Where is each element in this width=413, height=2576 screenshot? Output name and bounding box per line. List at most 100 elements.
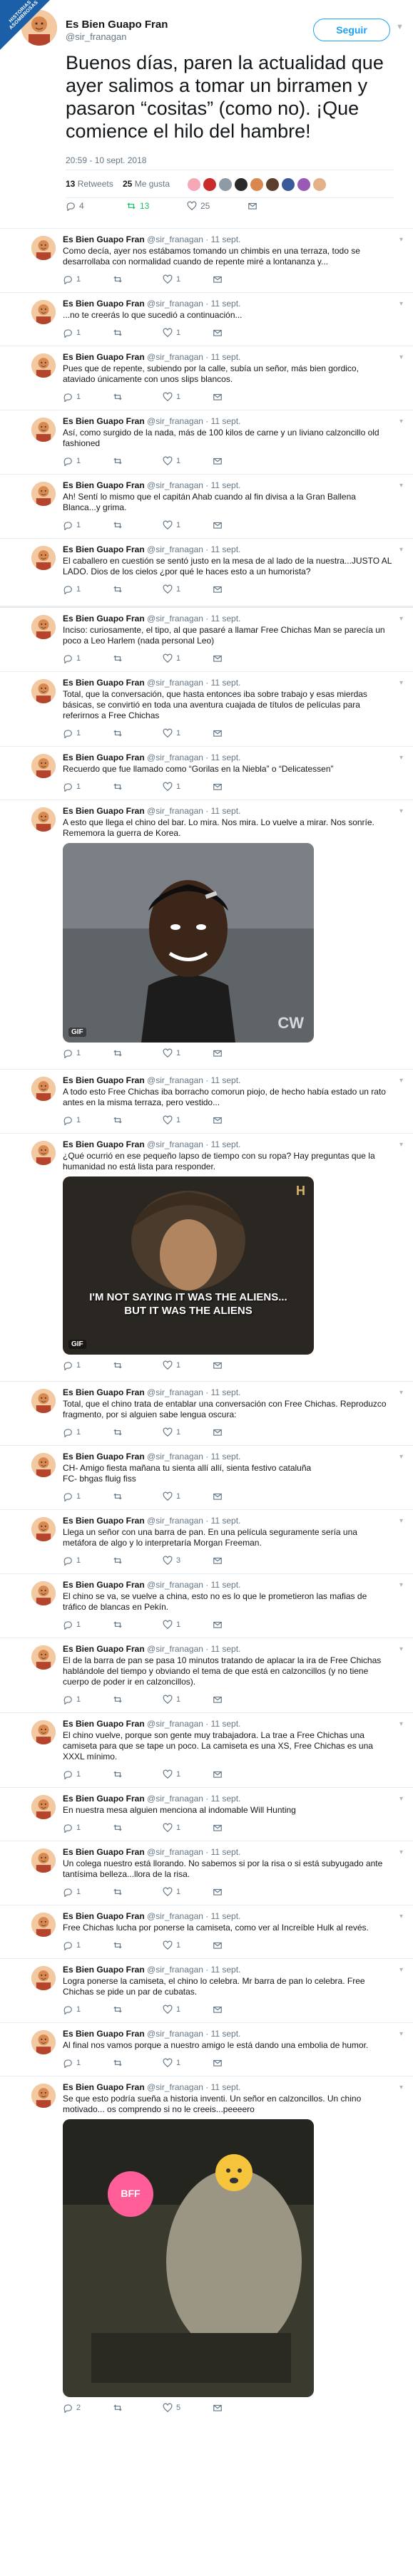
retweet-button[interactable] <box>113 1427 126 1437</box>
chevron-down-icon[interactable]: ▾ <box>399 754 403 762</box>
avatar[interactable] <box>281 177 295 192</box>
reply-tweet[interactable]: Es Bien Guapo Fran @sir_franagan · 11 se… <box>0 1133 413 1381</box>
author-name[interactable]: Es Bien Guapo Fran <box>63 352 145 362</box>
message-button[interactable] <box>213 2005 223 2014</box>
chevron-down-icon[interactable]: ▾ <box>399 1077 403 1085</box>
message-button[interactable] <box>248 201 258 211</box>
reply-button[interactable]: 1 <box>63 1887 81 1897</box>
like-button[interactable]: 1 <box>163 1769 180 1779</box>
reply-tweet[interactable]: Es Bien Guapo Fran @sir_franagan · 11 se… <box>0 1445 413 1509</box>
reply-tweet[interactable]: Es Bien Guapo Fran @sir_franagan · 11 se… <box>0 1069 413 1133</box>
reply-button[interactable]: 1 <box>63 728 81 738</box>
retweet-button[interactable] <box>113 584 126 594</box>
chevron-down-icon[interactable]: ▾ <box>399 807 403 815</box>
like-button[interactable]: 1 <box>163 728 180 738</box>
avatar[interactable] <box>31 1517 56 1541</box>
message-button[interactable] <box>213 2058 223 2068</box>
like-button[interactable]: 1 <box>163 274 180 284</box>
reply-button[interactable]: 1 <box>63 1491 81 1501</box>
author-name[interactable]: Es Bien Guapo Fran <box>63 234 145 244</box>
message-button[interactable] <box>213 2403 223 2413</box>
reply-button[interactable]: 1 <box>63 1769 81 1779</box>
reply-button[interactable]: 1 <box>63 274 81 284</box>
author-name[interactable]: Es Bien Guapo Fran <box>63 1644 145 1654</box>
author-name[interactable]: Es Bien Guapo Fran <box>66 19 168 31</box>
author-meta[interactable]: @sir_franagan · 11 sept. <box>145 1580 240 1590</box>
retweet-button[interactable] <box>113 728 126 738</box>
avatar[interactable] <box>31 754 56 778</box>
author-meta[interactable]: @sir_franagan · 11 sept. <box>145 614 240 624</box>
chevron-down-icon[interactable]: ▾ <box>399 1141 403 1149</box>
like-button[interactable]: 1 <box>163 1940 180 1950</box>
avatar[interactable] <box>31 1795 56 1819</box>
avatar[interactable] <box>31 2084 56 2108</box>
likes-stat[interactable]: 25 Me gusta <box>123 179 170 189</box>
message-button[interactable] <box>213 584 223 594</box>
chevron-down-icon[interactable]: ▾ <box>399 1720 403 1728</box>
avatar[interactable] <box>31 1966 56 1990</box>
reply-tweet[interactable]: Es Bien Guapo Fran @sir_franagan · 11 se… <box>0 607 413 671</box>
like-button[interactable]: 1 <box>163 1360 180 1370</box>
author-name[interactable]: Es Bien Guapo Fran <box>63 1794 145 1804</box>
like-button[interactable]: 1 <box>163 1491 180 1501</box>
reply-tweet[interactable]: Es Bien Guapo Fran @sir_franagan · 11 se… <box>0 1905 413 1958</box>
author-meta[interactable]: @sir_franagan · 11 sept. <box>145 752 240 762</box>
reply-tweet[interactable]: Es Bien Guapo Fran @sir_franagan · 11 se… <box>0 1958 413 2022</box>
reply-button[interactable]: 2 <box>63 2403 81 2413</box>
reply-tweet[interactable]: Es Bien Guapo Fran @sir_franagan · 11 se… <box>0 1381 413 1445</box>
reply-button[interactable]: 1 <box>63 2058 81 2068</box>
chevron-down-icon[interactable]: ▾ <box>399 1848 403 1856</box>
message-button[interactable] <box>213 782 223 792</box>
avatar[interactable] <box>31 418 56 442</box>
photo-media[interactable]: BFF <box>63 2119 314 2397</box>
gif-media[interactable]: GIF CW <box>63 843 314 1043</box>
reply-button[interactable]: 1 <box>63 584 81 594</box>
author-meta[interactable]: @sir_franagan · 11 sept. <box>145 480 240 490</box>
avatar[interactable] <box>31 1077 56 1101</box>
tweet-timestamp[interactable]: 20:59 - 10 sept. 2018 <box>66 155 146 165</box>
author-meta[interactable]: @sir_franagan · 11 sept. <box>145 2082 240 2092</box>
author-meta[interactable]: @sir_franagan · 11 sept. <box>145 1847 240 1857</box>
message-button[interactable] <box>213 392 223 402</box>
retweet-button[interactable] <box>113 653 126 663</box>
avatar[interactable] <box>31 546 56 570</box>
author-name[interactable]: Es Bien Guapo Fran <box>63 2082 145 2092</box>
retweet-button[interactable] <box>113 2005 126 2014</box>
like-button[interactable]: 1 <box>163 520 180 530</box>
chevron-down-icon[interactable]: ▾ <box>399 236 403 244</box>
retweet-button[interactable] <box>113 1769 126 1779</box>
author-meta[interactable]: @sir_franagan · 11 sept. <box>145 806 240 816</box>
message-button[interactable] <box>213 653 223 663</box>
avatar[interactable] <box>31 482 56 506</box>
chevron-down-icon[interactable]: ▾ <box>399 418 403 425</box>
like-button[interactable]: 1 <box>163 1695 180 1705</box>
author-name[interactable]: Es Bien Guapo Fran <box>63 1516 145 1526</box>
reply-button[interactable]: 1 <box>63 392 81 402</box>
avatar[interactable] <box>31 1453 56 1477</box>
reply-tweet[interactable]: Es Bien Guapo Fran @sir_franagan · 11 se… <box>0 474 413 538</box>
chevron-down-icon[interactable]: ▾ <box>399 300 403 308</box>
reply-tweet[interactable]: Es Bien Guapo Fran @sir_franagan · 11 se… <box>0 2022 413 2076</box>
retweet-button[interactable] <box>113 1823 126 1833</box>
chevron-down-icon[interactable]: ▾ <box>399 1913 403 1920</box>
author-handle[interactable]: @sir_franagan <box>66 31 126 42</box>
chevron-down-icon[interactable]: ▾ <box>399 1795 403 1803</box>
like-button[interactable]: 5 <box>163 2403 180 2413</box>
author-name[interactable]: Es Bien Guapo Fran <box>63 299 145 309</box>
avatar[interactable] <box>234 177 248 192</box>
avatar[interactable] <box>297 177 311 192</box>
reply-tweet[interactable]: Es Bien Guapo Fran @sir_franagan · 11 se… <box>0 1787 413 1841</box>
reply-button[interactable]: 1 <box>63 1048 81 1058</box>
like-button[interactable]: 1 <box>163 584 180 594</box>
author-name[interactable]: Es Bien Guapo Fran <box>63 416 145 426</box>
avatar[interactable] <box>31 1141 56 1165</box>
retweet-button[interactable] <box>113 328 126 338</box>
message-button[interactable] <box>213 728 223 738</box>
reply-tweet[interactable]: Es Bien Guapo Fran @sir_franagan · 11 se… <box>0 800 413 1069</box>
message-button[interactable] <box>213 1115 223 1125</box>
like-button[interactable]: 25 <box>187 201 210 211</box>
reply-button[interactable]: 1 <box>63 1427 81 1437</box>
author-meta[interactable]: @sir_franagan · 11 sept. <box>145 1794 240 1804</box>
like-button[interactable]: 1 <box>163 456 180 466</box>
chevron-down-icon[interactable]: ▾ <box>399 1453 403 1461</box>
